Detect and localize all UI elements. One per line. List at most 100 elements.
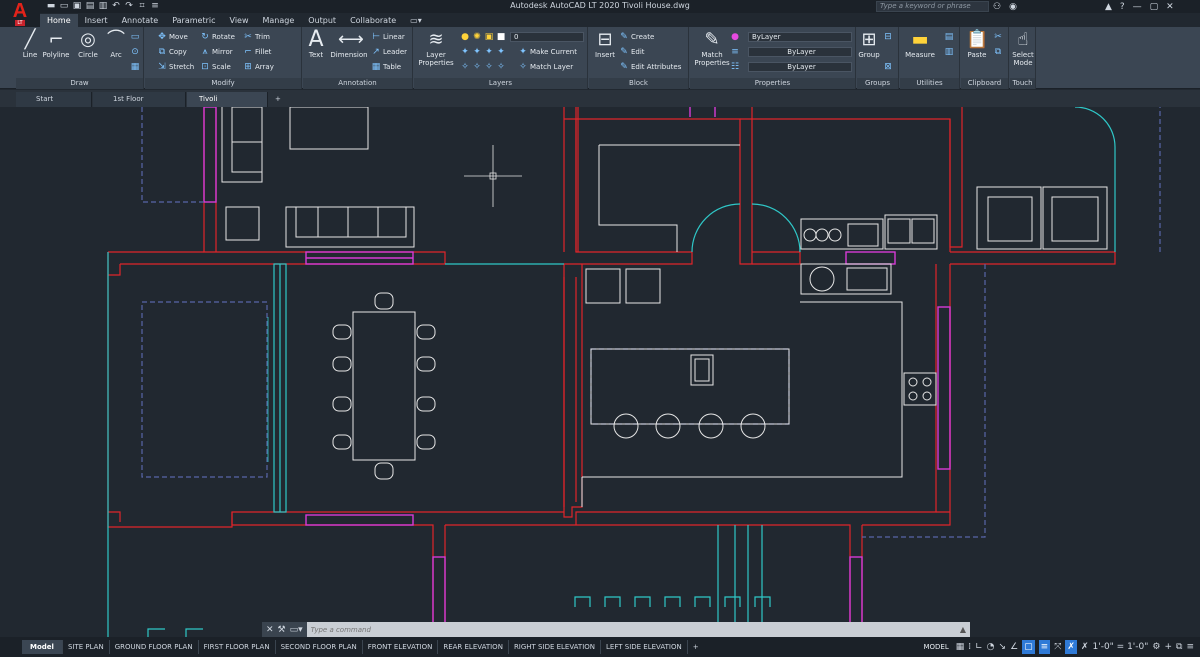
mirror-button[interactable]: ⩚ Mirror: [200, 46, 232, 58]
help-icon[interactable]: ?: [1120, 2, 1125, 12]
make-current-button[interactable]: ✦ Make Current: [518, 46, 577, 58]
customize-status-icon[interactable]: ≡: [1186, 640, 1194, 654]
ribbon-tab-view[interactable]: View: [223, 14, 256, 27]
layout-tab-front-elevation[interactable]: FRONT ELEVATION: [363, 640, 439, 654]
match-layer-button[interactable]: ✧ Match Layer: [518, 61, 573, 73]
paste-button[interactable]: 📋 Paste: [965, 29, 989, 59]
minimize-icon[interactable]: —: [1133, 2, 1142, 12]
color-dropdown[interactable]: ByLayer: [748, 32, 852, 42]
trim-button[interactable]: ✂ Trim: [243, 31, 270, 43]
layer-state-icons[interactable]: ● ✺ ▣ ■: [460, 31, 506, 43]
app-logo[interactable]: A LT: [0, 0, 40, 28]
edit-block-button[interactable]: ✎ Edit: [619, 46, 644, 58]
binoculars-icon[interactable]: ⚇: [993, 2, 1001, 12]
customize-icon[interactable]: ⚒: [278, 625, 286, 635]
layout-tab-right-side-elevation[interactable]: RIGHT SIDE ELEVATION: [509, 640, 602, 654]
calculator-button[interactable]: ▤: [944, 31, 954, 43]
circle-button[interactable]: ◎ Circle: [76, 29, 100, 59]
model-space-button[interactable]: MODEL: [920, 643, 951, 651]
isolate-icon[interactable]: ⧉: [1176, 640, 1182, 654]
linetype-dropdown[interactable]: ByLayer: [748, 62, 852, 72]
ungroup-button[interactable]: ⊟: [883, 31, 893, 43]
ribbon-tab-insert[interactable]: Insert: [78, 14, 115, 27]
panel-clipboard-title[interactable]: Clipboard: [961, 78, 1008, 89]
linear-button[interactable]: ⊢ Linear: [371, 31, 405, 43]
ribbon-options-icon[interactable]: ▭▾: [403, 14, 429, 27]
arc-button[interactable]: ⌒ Arc: [104, 29, 128, 59]
autodesk-app-icon[interactable]: ▲: [1105, 2, 1112, 12]
insert-button[interactable]: ⊟ Insert: [593, 29, 617, 59]
ortho-icon[interactable]: ∟: [975, 640, 983, 654]
copy-button[interactable]: ⧉ Copy: [157, 46, 187, 58]
annotation-visibility-icon[interactable]: ✗: [1081, 640, 1089, 654]
selection-cycling-icon[interactable]: ⤧: [1054, 640, 1061, 654]
panel-layers-title[interactable]: Layers: [414, 78, 587, 89]
ribbon-tab-parametric[interactable]: Parametric: [165, 14, 222, 27]
stretch-button[interactable]: ⇲ Stretch: [157, 61, 194, 73]
ribbon-tab-output[interactable]: Output: [301, 14, 343, 27]
cut-button[interactable]: ✂: [993, 31, 1003, 43]
line-button[interactable]: ╱ Line: [18, 29, 42, 59]
rotate-button[interactable]: ↻ Rotate: [200, 31, 235, 43]
ribbon-tab-manage[interactable]: Manage: [256, 14, 302, 27]
polar-icon[interactable]: ◔: [987, 640, 995, 654]
layout-tab-model[interactable]: Model: [22, 640, 63, 654]
layout-tab-first-floor-plan[interactable]: FIRST FLOOR PLAN: [199, 640, 276, 654]
measure-button[interactable]: ▬ Measure: [905, 29, 935, 59]
layout-tab-rear-elevation[interactable]: REAR ELEVATION: [438, 640, 509, 654]
group-select-button[interactable]: ⊠: [883, 61, 893, 73]
dimension-button[interactable]: ⟷ Dimension: [330, 29, 367, 59]
fillet-button[interactable]: ⌐ Fillet: [243, 46, 271, 58]
annotation-scale-icon[interactable]: ✗: [1065, 640, 1077, 654]
lineweight-dropdown[interactable]: ByLayer: [748, 47, 852, 57]
object-track-icon[interactable]: ∠: [1010, 640, 1018, 654]
layout-tab-second-floor-plan[interactable]: SECOND FLOOR PLAN: [276, 640, 363, 654]
maximize-icon[interactable]: ▢: [1150, 2, 1159, 12]
doc-tab-1st-floor-plan[interactable]: 1st Floor Plan_V2*✕: [93, 92, 186, 118]
ribbon-tab-collaborate[interactable]: Collaborate: [343, 14, 403, 27]
match-properties-button[interactable]: ✎ Match Properties: [694, 29, 729, 67]
polyline-button[interactable]: ⌐ Polyline: [43, 29, 70, 59]
drawing-canvas[interactable]: [0, 107, 1200, 637]
workspace-gear-icon[interactable]: ⚙: [1152, 640, 1160, 654]
leader-button[interactable]: ↗ Leader: [371, 46, 407, 58]
snap-icon[interactable]: ⁞: [968, 640, 971, 654]
quick-select-button[interactable]: ▥: [944, 46, 954, 58]
create-block-button[interactable]: ✎ Create: [619, 31, 654, 43]
gradient-button[interactable]: ▦: [130, 61, 140, 73]
layer-tools-row-1[interactable]: ✦ ✦ ✦ ✦: [460, 46, 506, 58]
panel-draw-title[interactable]: Draw: [16, 78, 143, 89]
command-expand-icon[interactable]: ▲: [960, 625, 970, 634]
panel-utilities-title[interactable]: Utilities: [900, 78, 959, 89]
help-search-input[interactable]: Type a keyword or phrase: [876, 1, 989, 12]
group-button[interactable]: ⊞ Group: [857, 29, 881, 59]
layout-tab-left-side-elevation[interactable]: LEFT SIDE ELEVATION: [601, 640, 688, 654]
panel-annotation-title[interactable]: Annotation: [303, 78, 412, 89]
panel-groups-title[interactable]: Groups: [857, 78, 898, 89]
layer-dropdown[interactable]: 0: [510, 32, 584, 42]
osnap-icon[interactable]: ▢: [1022, 640, 1035, 654]
panel-touch-title[interactable]: Touch: [1010, 78, 1035, 89]
close-icon[interactable]: ✕: [1166, 2, 1174, 12]
table-button[interactable]: ▦ Table: [371, 61, 401, 73]
hatch-button[interactable]: ⊙: [130, 46, 140, 58]
panel-modify-title[interactable]: Modify: [145, 78, 301, 89]
doc-tab-start[interactable]: Start: [16, 92, 92, 107]
add-layout-icon[interactable]: +: [688, 640, 704, 654]
doc-tab-tivoli-house[interactable]: Tivoli House*✕: [187, 92, 268, 118]
new-tab-icon[interactable]: +: [269, 92, 287, 107]
text-button[interactable]: A Text: [304, 29, 328, 60]
user-icon[interactable]: ◉: [1009, 2, 1017, 12]
isodraft-icon[interactable]: ↘: [999, 640, 1007, 654]
edit-attributes-button[interactable]: ✎ Edit Attributes: [619, 61, 681, 73]
move-button[interactable]: ✥ Move: [157, 31, 188, 43]
scale-button[interactable]: ⊡ Scale: [200, 61, 231, 73]
rectangle-button[interactable]: ▭: [130, 31, 140, 43]
command-history-icon[interactable]: ▭▾: [290, 625, 303, 635]
layer-properties-button[interactable]: ≋ Layer Properties: [418, 29, 453, 67]
select-mode-button[interactable]: ☝ Select Mode: [1011, 29, 1035, 67]
command-input[interactable]: [306, 623, 960, 636]
ribbon-tab-home[interactable]: Home: [40, 14, 78, 27]
panel-properties-title[interactable]: Properties: [690, 78, 855, 89]
copy-clip-button[interactable]: ⧉: [993, 46, 1003, 58]
